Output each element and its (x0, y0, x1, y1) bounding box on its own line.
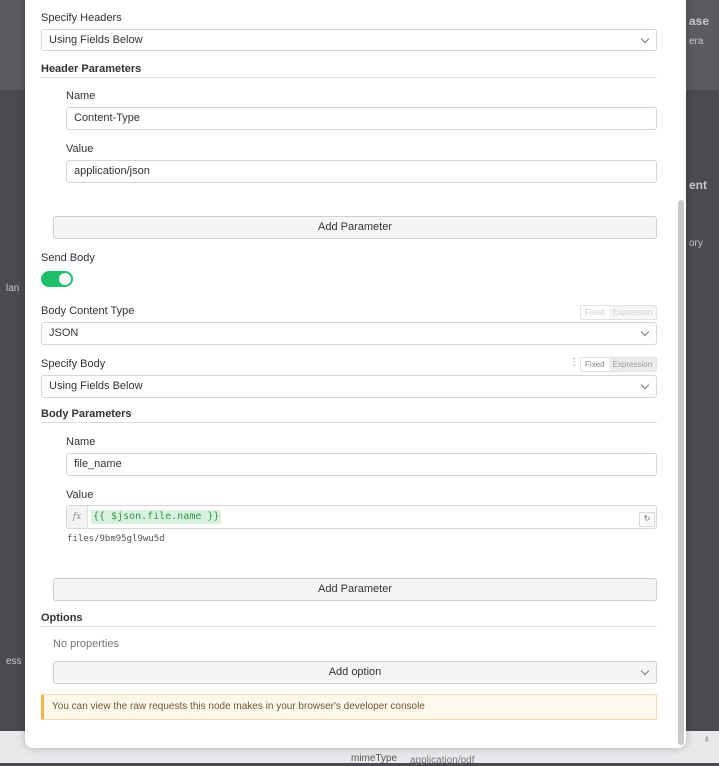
specify-headers-value: Using Fields Below (49, 34, 143, 46)
background-snippet: ory (689, 238, 703, 249)
send-body-label: Send Body (41, 252, 95, 264)
background-mime-value: application/pdf (410, 755, 475, 766)
send-body-toggle[interactable] (41, 271, 73, 287)
specify-headers-select[interactable]: Using Fields Below (41, 29, 657, 51)
divider (41, 77, 657, 78)
lightbulb-icon[interactable]: ♁ (703, 734, 711, 745)
chevron-down-icon (640, 34, 650, 44)
expression-option[interactable]: Expression (608, 358, 657, 371)
specify-body-mode-toggle[interactable]: Fixed Expression (580, 357, 658, 372)
body-parameters-title: Body Parameters (41, 408, 132, 420)
body-name-input[interactable]: file_name (66, 453, 657, 476)
add-header-parameter-button[interactable]: Add Parameter (53, 216, 657, 239)
header-name-label: Name (66, 90, 96, 102)
header-name-input[interactable]: Content-Type (66, 107, 657, 130)
divider (41, 626, 657, 627)
background-snippet: lan (6, 283, 20, 294)
expression-fx-icon: fx (67, 506, 88, 528)
chevron-down-icon (640, 666, 650, 676)
body-name-label: Name (66, 436, 96, 448)
no-properties-text: No properties (53, 638, 120, 650)
fixed-option[interactable]: Fixed (581, 306, 609, 319)
add-option-button[interactable]: Add option (53, 661, 657, 684)
body-content-type-label: Body Content Type (41, 305, 135, 317)
background-snippet: ent (689, 178, 707, 192)
body-content-type-select[interactable]: JSON (41, 322, 657, 345)
expand-expression-icon[interactable]: ↻ (639, 512, 655, 527)
developer-console-callout: You can view the raw requests this node … (41, 694, 657, 720)
background-snippet: ess (6, 656, 22, 667)
expression-option[interactable]: Expression (608, 306, 657, 319)
fixed-option[interactable]: Fixed (581, 358, 609, 371)
background-mime-key: mimeType (351, 753, 398, 764)
panel-scrollbar-thumb[interactable] (678, 200, 684, 745)
chevron-down-icon (640, 380, 650, 390)
expression-resolved-value: files/9bm95gl9wu5d (67, 534, 165, 544)
add-option-label: Add option (328, 666, 382, 678)
chevron-down-icon (640, 327, 650, 337)
divider (41, 422, 657, 423)
options-title: Options (41, 612, 83, 624)
body-content-type-value: JSON (49, 327, 79, 339)
toggle-knob (59, 273, 71, 285)
header-value-input[interactable]: application/json (66, 160, 657, 183)
node-settings-panel: Specify Headers Using Fields Below Heade… (25, 0, 686, 748)
header-parameters-title: Header Parameters (41, 63, 142, 75)
expression-code[interactable]: {{ $json.file.name }} (91, 510, 222, 524)
add-body-parameter-button[interactable]: Add Parameter (53, 578, 657, 601)
specify-body-label: Specify Body (41, 358, 106, 370)
header-value-label: Value (66, 143, 94, 155)
background-snippet: era (689, 36, 704, 47)
specify-headers-label: Specify Headers (41, 12, 122, 24)
specify-body-select[interactable]: Using Fields Below (41, 375, 657, 398)
body-value-expression-input[interactable]: fx {{ $json.file.name }} ↻ (66, 505, 657, 529)
specify-body-value: Using Fields Below (49, 380, 143, 392)
body-value-label: Value (66, 489, 94, 501)
more-options-icon[interactable]: ⋮ (569, 358, 579, 368)
background-snippet: ase (689, 14, 710, 28)
body-content-type-mode-toggle[interactable]: Fixed Expression (580, 305, 658, 320)
